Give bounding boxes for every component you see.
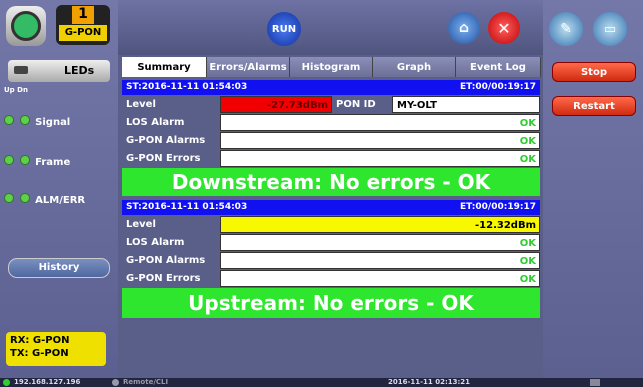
rx-tx-box: RX: G-PON TX: G-PON xyxy=(6,332,106,366)
led-signal: Signal xyxy=(4,110,70,129)
tab-summary[interactable]: Summary xyxy=(122,57,207,77)
tools-icon[interactable]: ✎ xyxy=(549,12,583,46)
upstream-level-value: -12.32dBm xyxy=(220,216,540,233)
downstream-level-value: -27.73dBm xyxy=(220,96,332,113)
start-time: ST:2016-11-11 01:54:03 xyxy=(126,82,248,92)
gpon-errors-label: G-PON Errors xyxy=(122,270,220,287)
gpon-alarms-label: G-PON Alarms xyxy=(122,252,220,269)
los-alarm-label: LOS Alarm xyxy=(122,114,220,131)
remote-icon xyxy=(112,379,119,386)
led-dn-icon xyxy=(19,155,30,165)
los-alarm-label: LOS Alarm xyxy=(122,234,220,251)
led-dn-icon xyxy=(19,115,30,125)
top-bar: RUN ⌂ ✕ xyxy=(118,0,543,55)
led-dn-icon xyxy=(19,193,30,203)
home-icon[interactable]: ⌂ xyxy=(448,12,480,44)
tab-graph[interactable]: Graph xyxy=(373,57,456,77)
led-up-icon xyxy=(4,115,14,125)
history-button[interactable]: History xyxy=(8,258,110,278)
status-bar: 192.168.127.196 Remote/CLI 2016-11-11 02… xyxy=(0,378,643,387)
led-label: Frame xyxy=(35,157,71,168)
downstream-header: ST:2016-11-11 01:54:03 ET:00/00:19:17 xyxy=(122,80,540,95)
gauge-icon[interactable] xyxy=(6,6,46,46)
up-dn-label: Up Dn xyxy=(4,86,28,94)
run-button[interactable]: RUN xyxy=(267,12,301,46)
battery-icon xyxy=(590,379,600,386)
gpon-errors-value: OK xyxy=(220,150,540,167)
tab-histogram[interactable]: Histogram xyxy=(290,57,373,77)
elapsed-time: ET:00/00:19:17 xyxy=(460,202,536,212)
tab-errors-alarms[interactable]: Errors/Alarms xyxy=(207,57,290,77)
pon-id-label: PON ID xyxy=(332,96,392,113)
led-alm-err: ALM/ERR xyxy=(4,188,85,207)
upstream-header: ST:2016-11-11 01:54:03 ET:00/00:19:17 xyxy=(122,200,540,215)
led-label: Signal xyxy=(35,117,71,128)
led-up-icon xyxy=(4,155,14,165)
level-label: Level xyxy=(122,216,220,233)
datetime: 2016-11-11 02:13:21 xyxy=(388,378,471,386)
leds-header[interactable]: LEDs xyxy=(8,60,110,82)
gpon-badge[interactable]: 1 G-PON xyxy=(56,5,110,45)
pon-id-value: MY-OLT xyxy=(392,96,540,113)
rx-label: RX: G-PON xyxy=(10,335,70,346)
led-frame: Frame xyxy=(4,150,70,169)
folder-icon[interactable]: ▭ xyxy=(593,12,627,46)
remote-label: Remote/CLI xyxy=(123,378,169,386)
downstream-banner: Downstream: No errors - OK xyxy=(122,168,540,196)
right-panel: ✎ ▭ Stop Restart xyxy=(543,0,643,378)
tx-label: TX: G-PON xyxy=(10,348,69,359)
close-icon[interactable]: ✕ xyxy=(488,12,520,44)
los-alarm-value: OK xyxy=(220,234,540,251)
badge-label: G-PON xyxy=(59,25,107,41)
gpon-errors-value: OK xyxy=(220,270,540,287)
level-label: Level xyxy=(122,96,220,113)
gpon-alarms-label: G-PON Alarms xyxy=(122,132,220,149)
elapsed-time: ET:00/00:19:17 xyxy=(460,82,536,92)
los-alarm-value: OK xyxy=(220,114,540,131)
upstream-banner: Upstream: No errors - OK xyxy=(122,288,540,318)
start-time: ST:2016-11-11 01:54:03 xyxy=(126,202,248,212)
gpon-alarms-value: OK xyxy=(220,252,540,269)
leds-indicator-icon xyxy=(14,66,28,74)
stop-button[interactable]: Stop xyxy=(552,62,636,82)
gpon-errors-label: G-PON Errors xyxy=(122,150,220,167)
restart-button[interactable]: Restart xyxy=(552,96,636,116)
led-up-icon xyxy=(4,193,14,203)
tab-event-log[interactable]: Event Log xyxy=(456,57,541,77)
led-label: ALM/ERR xyxy=(35,195,86,206)
network-icon xyxy=(3,379,10,386)
leds-label: LEDs xyxy=(64,64,95,77)
badge-number: 1 xyxy=(72,6,94,24)
gpon-alarms-value: OK xyxy=(220,132,540,149)
left-panel: 1 G-PON LEDs Up Dn Signal Frame ALM/ERR … xyxy=(0,0,118,378)
ip-address: 192.168.127.196 xyxy=(14,378,81,386)
